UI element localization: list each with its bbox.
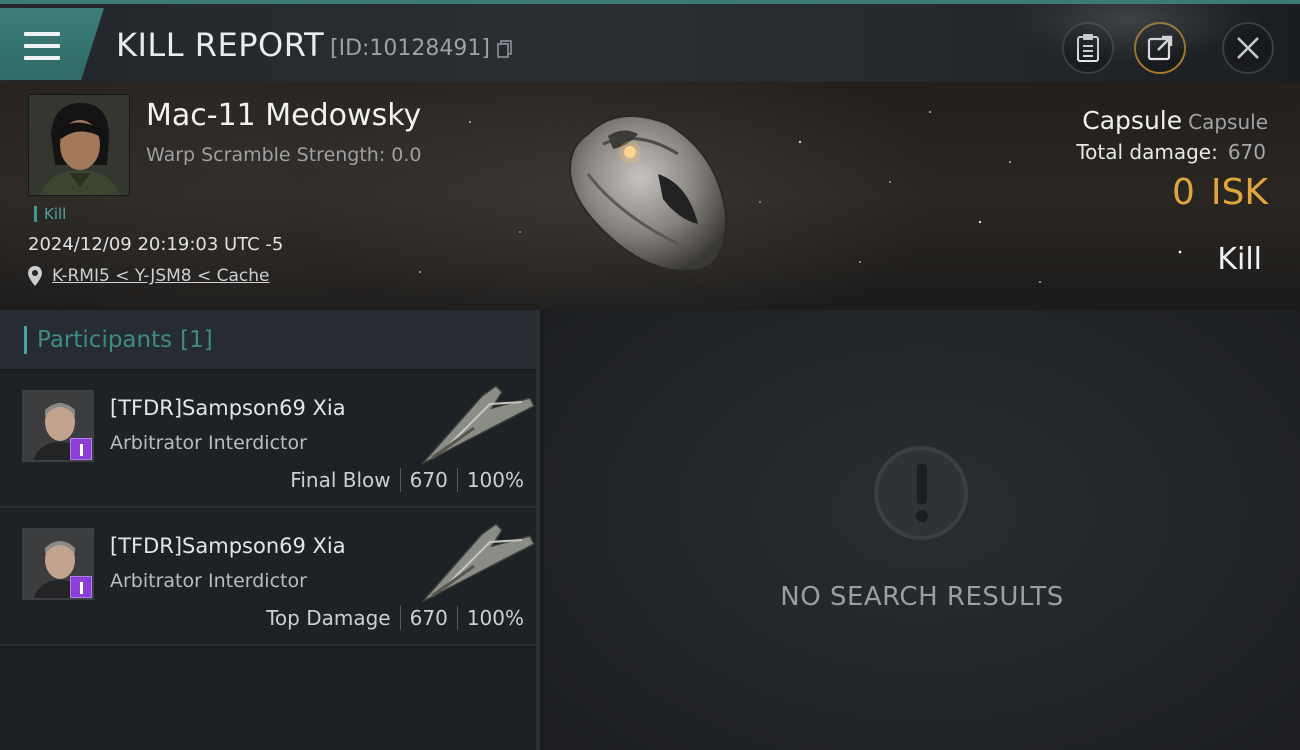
divider [399, 468, 401, 492]
close-button[interactable] [1222, 22, 1274, 74]
location-text: K-RMI5 < Y-JSM8 < Cache [52, 266, 270, 286]
details-panel: NO SEARCH RESULTS [544, 310, 1300, 750]
menu-button[interactable] [0, 8, 104, 80]
share-icon [1147, 35, 1173, 61]
divider [456, 606, 458, 630]
participant-row[interactable]: [TFDR]Sampson69 Xia Arbitrator Interdict… [0, 370, 536, 508]
report-id: [ID:10128491] [330, 36, 490, 61]
page-title: KILL REPORT [116, 26, 325, 64]
participant-name[interactable]: [TFDR]Sampson69 Xia [110, 534, 346, 558]
isk-value: 0 ISK [1172, 172, 1268, 213]
kill-tag: Kill [34, 206, 66, 222]
participant-stats: Final Blow 670 100% [290, 468, 524, 492]
share-button[interactable] [1134, 22, 1186, 74]
pilot-avatar-image [29, 95, 129, 195]
security-status-badge [70, 576, 92, 598]
section-accent-bar [24, 325, 27, 354]
security-status-badge [70, 438, 92, 460]
participants-count: [1] [180, 326, 213, 353]
close-icon [1237, 37, 1259, 59]
kill-result: Kill [1217, 242, 1262, 277]
participant-stats: Top Damage 670 100% [266, 606, 524, 630]
participant-role: Final Blow [290, 468, 391, 492]
total-damage-value: 670 [1227, 140, 1266, 164]
participant-avatar[interactable] [22, 528, 94, 600]
clipboard-icon [1077, 34, 1099, 62]
victim-portrait[interactable] [28, 94, 130, 196]
isk-unit: ISK [1210, 172, 1268, 213]
hamburger-menu-icon [24, 32, 60, 60]
victim-ship[interactable]: Capsule Capsule [1082, 106, 1268, 135]
location-link[interactable]: K-RMI5 < Y-JSM8 < Cache [28, 266, 270, 286]
participants-title: Participants [37, 326, 173, 353]
ship-class: Capsule [1188, 110, 1268, 134]
participant-role: Top Damage [266, 606, 391, 630]
participants-panel: Participants [1] [TFDR]Sampson69 Xia Arb… [0, 310, 540, 750]
copy-icon[interactable] [497, 40, 513, 58]
victim-summary: Mac-11 Medowsky Warp Scramble Strength: … [0, 82, 1300, 310]
participant-damage: 670 [409, 606, 448, 630]
clipboard-button[interactable] [1062, 22, 1114, 74]
participant-avatar[interactable] [22, 390, 94, 462]
ship-name: Capsule [1082, 106, 1183, 135]
header-bar: KILL REPORT [ID:10128491] [0, 0, 1300, 82]
warp-scramble-strength: Warp Scramble Strength: 0.0 [146, 144, 422, 166]
map-pin-icon [28, 266, 42, 286]
participant-percent: 100% [466, 606, 524, 630]
total-damage-label: Total damage: [1076, 140, 1218, 164]
divider [399, 606, 401, 630]
participant-damage: 670 [409, 468, 448, 492]
participant-row[interactable]: [TFDR]Sampson69 Xia Arbitrator Interdict… [0, 508, 536, 646]
participant-name[interactable]: [TFDR]Sampson69 Xia [110, 396, 346, 420]
participant-ship: Arbitrator Interdictor [110, 432, 307, 454]
divider [456, 468, 458, 492]
participant-percent: 100% [466, 468, 524, 492]
victim-name[interactable]: Mac-11 Medowsky [146, 98, 421, 133]
participants-header: Participants [1] [0, 310, 536, 370]
no-results-message: NO SEARCH RESULTS [780, 582, 1064, 612]
exclamation-icon [874, 446, 968, 540]
interdictor-ship-icon [421, 385, 536, 465]
total-damage: Total damage: 670 [1076, 140, 1266, 164]
participant-ship: Arbitrator Interdictor [110, 570, 307, 592]
interdictor-ship-icon [421, 523, 536, 603]
kill-timestamp: 2024/12/09 20:19:03 UTC -5 [28, 234, 284, 255]
capsule-ship-render[interactable] [548, 94, 748, 284]
isk-amount: 0 [1172, 172, 1195, 213]
